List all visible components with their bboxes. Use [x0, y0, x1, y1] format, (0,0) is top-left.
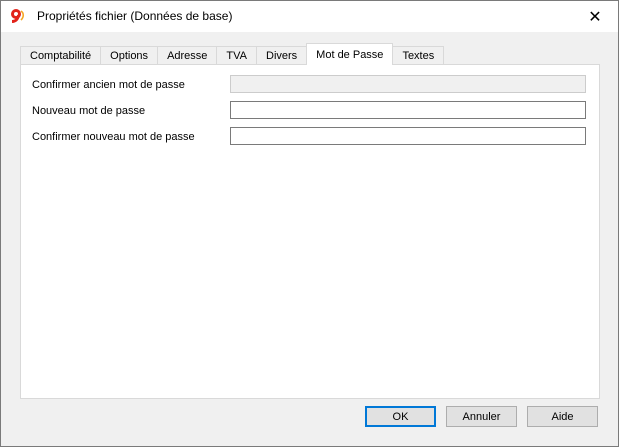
new-password-field[interactable] — [230, 101, 586, 119]
tab-textes[interactable]: Textes — [392, 46, 445, 65]
title-bar[interactable]: Propriétés fichier (Données de base) ✕ — [1, 1, 618, 32]
cancel-button[interactable]: Annuler — [446, 406, 517, 427]
dialog-window: Propriétés fichier (Données de base) ✕ C… — [0, 0, 619, 447]
confirm-password-label: Confirmer nouveau mot de passe — [32, 131, 195, 143]
confirm-password-field[interactable] — [230, 127, 586, 145]
tab-mot-de-passe[interactable]: Mot de Passe — [306, 43, 394, 65]
tab-strip: Comptabilité Options Adresse TVA Divers … — [20, 43, 445, 65]
close-button[interactable]: ✕ — [572, 1, 618, 32]
window-title: Propriétés fichier (Données de base) — [37, 9, 233, 23]
password-tab-panel: Confirmer ancien mot de passe Nouveau mo… — [20, 64, 600, 399]
tab-tva[interactable]: TVA — [216, 46, 257, 65]
banana-9-logo-icon — [11, 9, 25, 23]
old-password-label: Confirmer ancien mot de passe — [32, 79, 185, 91]
close-icon: ✕ — [588, 8, 602, 26]
ok-button[interactable]: OK — [365, 406, 436, 427]
tab-adresse[interactable]: Adresse — [157, 46, 218, 65]
help-button[interactable]: Aide — [527, 406, 598, 427]
old-password-field[interactable] — [230, 75, 586, 93]
new-password-label: Nouveau mot de passe — [32, 105, 146, 117]
tab-comptabilite[interactable]: Comptabilité — [20, 46, 102, 65]
tab-options[interactable]: Options — [100, 46, 159, 65]
tab-divers[interactable]: Divers — [256, 46, 308, 65]
